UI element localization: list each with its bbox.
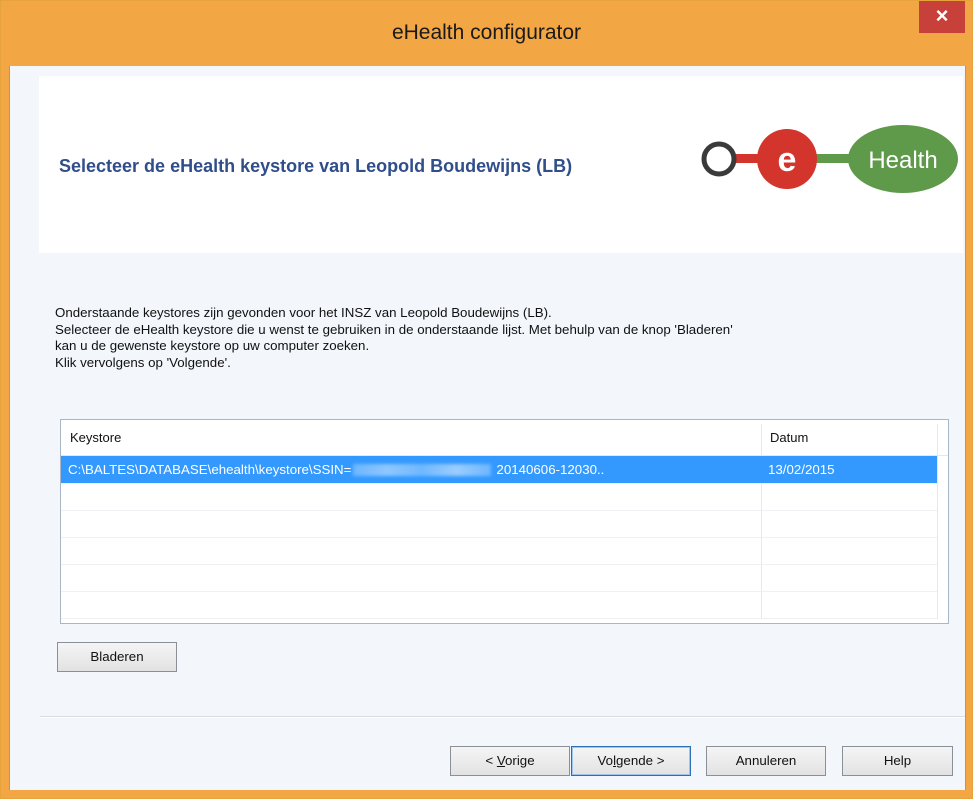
table-row[interactable] xyxy=(61,591,937,619)
previous-label: orige xyxy=(505,753,535,768)
header-banner: Selecteer de eHealth keystore van Leopol… xyxy=(39,76,963,253)
window: eHealth configurator × Selecteer de eHea… xyxy=(0,0,973,799)
title-bar[interactable]: eHealth configurator × xyxy=(1,1,972,66)
table-row[interactable] xyxy=(61,483,937,511)
table-row[interactable] xyxy=(61,537,937,565)
previous-prefix: < xyxy=(485,753,497,768)
instruction-line: Onderstaande keystores zijn gevonden voo… xyxy=(55,305,552,320)
next-prefix: Vo xyxy=(597,753,614,768)
page-title: Selecteer de eHealth keystore van Leopol… xyxy=(59,156,573,176)
keystore-list[interactable]: Keystore Datum C:\BALTES\DATABASE\ehealt… xyxy=(60,419,949,624)
table-row[interactable] xyxy=(61,564,937,592)
keystore-cell: C:\BALTES\DATABASE\ehealth\keystore\SSIN… xyxy=(61,456,761,483)
cancel-button[interactable]: Annuleren xyxy=(706,746,826,776)
column-divider xyxy=(937,424,938,619)
table-row[interactable]: C:\BALTES\DATABASE\ehealth\keystore\SSIN… xyxy=(61,456,937,484)
keystore-path: C:\BALTES\DATABASE\ehealth\keystore\SSIN… xyxy=(68,462,352,477)
help-button[interactable]: Help xyxy=(842,746,953,776)
datum-cell: 13/02/2015 xyxy=(768,462,835,477)
keystore-suffix: 20140606-12030.. xyxy=(496,462,605,477)
ehealth-logo: e Health xyxy=(701,125,958,193)
window-bottom-border xyxy=(9,790,964,798)
dialog-body: Selecteer de eHealth keystore van Leopol… xyxy=(9,66,966,790)
previous-button[interactable]: < Vorige xyxy=(450,746,570,776)
browse-button[interactable]: Bladeren xyxy=(57,642,177,672)
instruction-line: Selecteer de eHealth keystore die u wens… xyxy=(55,321,733,337)
logo-word: Health xyxy=(868,147,937,174)
logo-letter: e xyxy=(778,141,797,179)
list-header: Keystore Datum xyxy=(61,420,948,456)
separator xyxy=(40,716,965,718)
instruction-line: Klik vervolgens op 'Volgende'. xyxy=(55,354,231,370)
next-button[interactable]: Volgende > xyxy=(571,746,691,776)
window-title: eHealth configurator xyxy=(391,21,582,44)
table-row[interactable] xyxy=(61,510,937,538)
instructions: Onderstaande keystores zijn gevonden voo… xyxy=(55,305,955,371)
redacted-ssin xyxy=(353,464,492,477)
next-label: gende > xyxy=(616,753,665,768)
column-header-keystore[interactable]: Keystore xyxy=(61,420,761,455)
close-button[interactable]: × xyxy=(919,1,965,33)
previous-access-key: V xyxy=(496,753,506,768)
instruction-line: kan u de gewenste keystore op uw compute… xyxy=(55,338,370,353)
column-header-datum[interactable]: Datum xyxy=(761,420,937,455)
close-icon: × xyxy=(935,3,949,28)
